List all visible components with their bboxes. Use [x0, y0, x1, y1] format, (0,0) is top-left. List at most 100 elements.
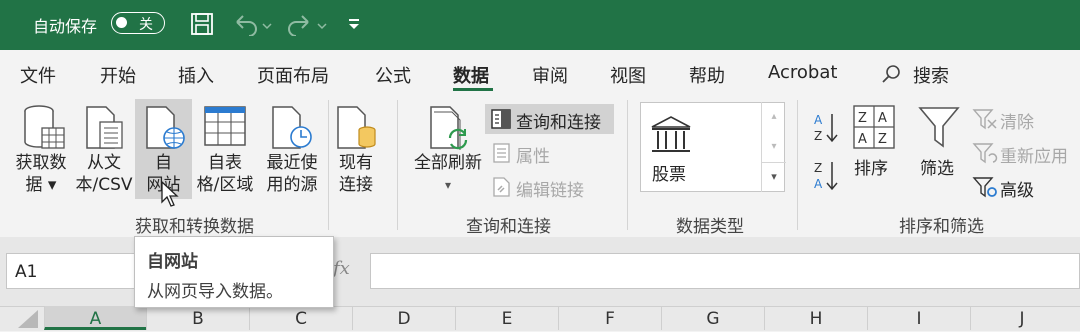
mouse-cursor-icon — [161, 180, 179, 207]
sort-button[interactable]: 排序 — [854, 154, 888, 179]
from-table-label-1: 自表 — [208, 153, 242, 173]
group-label-queries: 查询和连接 — [466, 217, 551, 237]
properties-icon — [493, 143, 510, 163]
undo-icon[interactable] — [233, 12, 273, 36]
svg-text:A: A — [858, 132, 867, 147]
clear-button[interactable]: 清除 — [1000, 108, 1034, 133]
insert-function-icon[interactable]: fx — [333, 258, 350, 279]
get-data-label-1: 获取数 — [15, 153, 67, 173]
filter-funnel-icon — [918, 107, 960, 148]
from-text-label-2: 本/CSV — [75, 175, 133, 195]
recent-sources-label-1: 最近使 — [266, 153, 318, 173]
recent-sources-button[interactable]: 最近使 用的源 — [258, 152, 326, 196]
column-header-h[interactable]: H — [764, 306, 867, 330]
chevron-down-icon: ▾ — [444, 178, 452, 192]
tab-review[interactable]: 审阅 — [532, 62, 568, 88]
from-web-label-1: 自 — [155, 153, 172, 173]
from-text-label-1: 从文 — [87, 153, 121, 173]
reapply-button[interactable]: 重新应用 — [1000, 142, 1068, 167]
formula-input[interactable] — [370, 253, 1080, 289]
group-label-data-types: 数据类型 — [676, 217, 744, 237]
ribbon-separator — [797, 100, 798, 230]
advanced-button[interactable]: 高级 — [1000, 176, 1034, 201]
autosave-label: 自动保存 — [33, 17, 98, 36]
autosave-toggle[interactable]: 关 — [111, 12, 165, 34]
tab-acrobat[interactable]: Acrobat — [768, 62, 837, 83]
database-icon — [24, 105, 65, 149]
stocks-data-type[interactable]: 股票 — [652, 160, 686, 185]
from-table-button[interactable]: 自表 格/区域 — [192, 152, 258, 196]
search-icon[interactable] — [880, 63, 902, 85]
refresh-all-button[interactable]: 全部刷新 ▾ — [408, 152, 488, 196]
column-header-g[interactable]: G — [661, 306, 764, 330]
save-icon[interactable] — [190, 12, 214, 36]
ribbon-separator — [627, 100, 628, 230]
edit-links-icon — [493, 177, 510, 197]
filter-button[interactable]: 筛选 — [920, 154, 954, 179]
title-bar: 自动保存 关 — [0, 0, 1080, 50]
edit-links-button[interactable]: 编辑链接 — [516, 176, 584, 201]
customize-toolbar-icon[interactable] — [347, 17, 361, 31]
existing-connections-label-1: 现有 — [339, 153, 373, 173]
column-header-c[interactable]: C — [249, 306, 352, 330]
column-header-j[interactable]: J — [970, 306, 1073, 330]
from-text-csv-button[interactable]: 从文 本/CSV — [70, 152, 138, 196]
text-file-icon — [86, 106, 123, 149]
queries-connections-button[interactable]: 查询和连接 — [516, 108, 601, 133]
svg-text:A: A — [814, 113, 823, 127]
column-header-d[interactable]: D — [352, 306, 455, 330]
active-tab-indicator — [453, 88, 493, 91]
sort-a-to-z-icon[interactable]: A Z — [812, 110, 842, 146]
group-label-get-transform: 获取和转换数据 — [135, 217, 254, 237]
column-header-b[interactable]: B — [146, 306, 249, 330]
tab-view[interactable]: 视图 — [610, 62, 646, 88]
svg-text:Z: Z — [858, 111, 867, 126]
column-header-i[interactable]: I — [867, 306, 970, 330]
column-header-a[interactable]: A — [44, 306, 146, 330]
table-icon — [204, 106, 246, 146]
tab-page-layout[interactable]: 页面布局 — [257, 62, 329, 88]
existing-connections-label-2: 连接 — [339, 175, 373, 195]
gallery-up-icon[interactable]: ▴ — [762, 102, 786, 132]
web-page-icon — [146, 106, 185, 149]
gallery-scroll[interactable]: ▴ ▾ ▾ — [761, 102, 786, 192]
toggle-knob — [116, 17, 127, 28]
from-table-label-2: 格/区域 — [196, 175, 254, 195]
existing-connections-button[interactable]: 现有 连接 — [330, 152, 382, 196]
group-label-sort-filter: 排序和筛选 — [899, 217, 984, 237]
tab-home[interactable]: 开始 — [100, 62, 136, 88]
get-data-label-2: 据 ▾ — [25, 175, 57, 195]
column-header-e[interactable]: E — [455, 306, 558, 330]
tab-file[interactable]: 文件 — [20, 62, 56, 88]
recent-sources-icon — [272, 106, 312, 149]
svg-text:A: A — [878, 111, 887, 126]
search-label[interactable]: 搜索 — [913, 62, 949, 88]
gallery-down-icon[interactable]: ▾ — [762, 132, 786, 162]
svg-text:Z: Z — [814, 129, 822, 143]
svg-text:Z: Z — [878, 132, 887, 147]
sort-dialog-icon: Z A A Z — [853, 105, 895, 149]
existing-connections-icon — [337, 106, 376, 149]
get-data-button[interactable]: 获取数 据 ▾ — [12, 152, 70, 196]
sort-z-to-a-icon[interactable]: Z A — [812, 158, 842, 194]
refresh-all-label: 全部刷新 — [414, 153, 482, 173]
queries-panel-icon — [491, 109, 511, 129]
bank-icon — [651, 116, 691, 152]
tab-help[interactable]: 帮助 — [689, 62, 725, 88]
redo-icon[interactable] — [288, 12, 328, 36]
tab-formulas[interactable]: 公式 — [375, 62, 411, 88]
gallery-more-icon[interactable]: ▾ — [762, 162, 786, 191]
column-header-f[interactable]: F — [558, 306, 661, 330]
select-all-icon[interactable] — [14, 308, 42, 330]
reapply-icon — [972, 143, 998, 164]
autosave-state: 关 — [139, 17, 153, 33]
ribbon-separator — [397, 100, 398, 230]
tab-data[interactable]: 数据 — [453, 62, 489, 88]
tab-insert[interactable]: 插入 — [178, 62, 214, 88]
tooltip-description: 从网页导入数据。 — [147, 282, 283, 302]
advanced-filter-icon — [972, 177, 997, 198]
ribbon-separator — [328, 100, 329, 230]
clear-filter-icon — [972, 109, 997, 130]
properties-button[interactable]: 属性 — [516, 142, 550, 167]
svg-text:A: A — [814, 177, 823, 191]
